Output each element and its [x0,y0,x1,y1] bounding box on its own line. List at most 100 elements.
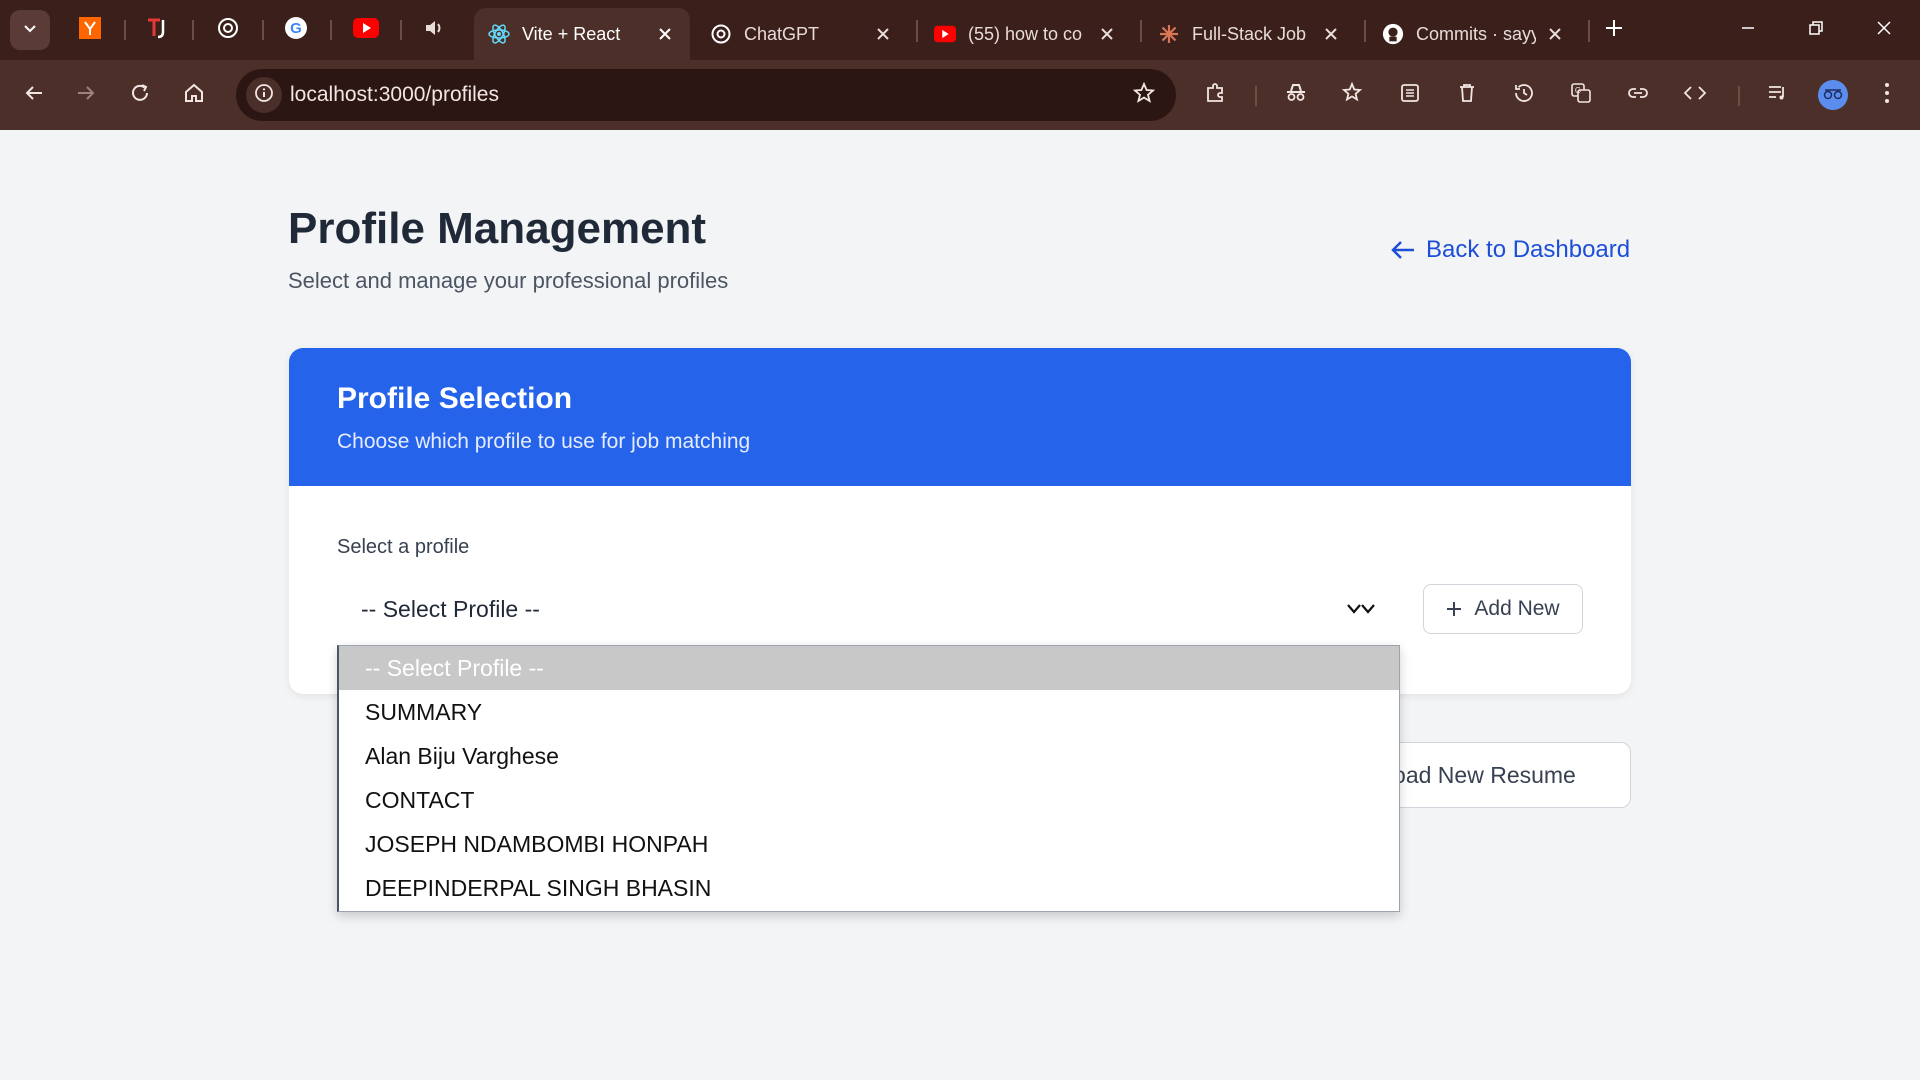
plus-icon [1447,602,1462,616]
tab-youtube-video[interactable]: (55) how to co [920,8,1132,60]
code-icon [1683,81,1707,110]
home-icon [183,82,205,109]
new-tab-button[interactable] [1598,14,1630,46]
browser-toolbar: localhost:3000/profiles G [0,60,1920,130]
profile-select[interactable]: -- Select Profile -- [337,580,1391,638]
dropdown-option[interactable]: Alan Biju Varghese [339,734,1399,778]
address-bar[interactable]: localhost:3000/profiles [236,69,1176,121]
audio-playing-indicator[interactable] [418,14,450,46]
add-new-profile-button[interactable]: Add New [1423,584,1583,634]
add-new-label: Add New [1474,597,1560,620]
youtube-icon [934,23,956,45]
home-button[interactable] [174,75,214,115]
tab-title: Full-Stack Job [1192,23,1307,44]
arrow-left-icon [1391,241,1414,259]
pinned-tab-youtube[interactable] [350,14,382,46]
info-icon [254,83,274,108]
close-icon[interactable] [1320,23,1342,45]
url-text: localhost:3000/profiles [290,83,499,106]
puzzle-icon [1204,81,1228,110]
back-button[interactable] [14,75,54,115]
translate-button[interactable]: G [1561,75,1601,115]
profile-select-dropdown[interactable]: -- Select Profile -- SUMMARY Alan Biju V… [337,645,1400,912]
browser-menu-button[interactable] [1867,75,1907,115]
dropdown-option[interactable]: -- Select Profile -- [339,646,1399,690]
tab-vite-react[interactable]: Vite + React [474,8,690,60]
more-vertical-icon [1884,82,1890,109]
speaker-icon [423,17,445,44]
ycombinator-icon [79,16,101,44]
select-profile-label: Select a profile [337,536,470,558]
card-subtitle: Choose which profile to use for job matc… [337,430,751,453]
plus-icon [1605,19,1623,42]
dropdown-option[interactable]: CONTACT [339,778,1399,822]
reading-list-button[interactable] [1390,75,1430,115]
tab-chatgpt[interactable]: ChatGPT [696,8,908,60]
incognito-button[interactable] [1276,75,1316,115]
back-to-dashboard-link[interactable]: Back to Dashboard [1390,236,1630,264]
extensions-button[interactable] [1196,75,1236,115]
card-header: Profile Selection Choose which profile t… [289,348,1631,486]
close-window-button[interactable] [1864,10,1904,50]
copy-link-button[interactable] [1618,75,1658,115]
page-title: Profile Management [288,204,707,253]
profile-avatar-button[interactable] [1818,80,1848,110]
chevron-down-icon [1343,597,1379,621]
site-info-button[interactable] [246,77,282,113]
pinned-tab-ycombinator[interactable] [74,14,106,46]
tab-separator [1140,20,1142,42]
chevron-down-icon [22,20,38,41]
dropdown-option[interactable]: SUMMARY [339,690,1399,734]
toolbar-separator [1738,86,1740,106]
close-icon[interactable] [872,23,894,45]
devtools-button[interactable] [1675,75,1715,115]
pinned-tab-chatgpt[interactable] [212,14,244,46]
reading-list-icon [1398,81,1422,110]
close-icon[interactable] [654,23,676,45]
tab-search-button[interactable] [10,10,50,50]
svg-text:G: G [1575,86,1581,95]
back-link-label: Back to Dashboard [1426,236,1631,263]
page-content: Profile Management Select and manage you… [0,130,1920,1080]
dropdown-option[interactable]: DEEPINDERPAL SINGH BHASIN [339,866,1399,910]
delete-button[interactable] [1447,75,1487,115]
dropdown-option[interactable]: JOSEPH NDAMBOMBI HONPAH [339,822,1399,866]
tab-separator [262,20,264,40]
forward-button[interactable] [66,75,106,115]
tab-fullstack-job[interactable]: Full-Stack Job [1144,8,1356,60]
tab-github-commits[interactable]: Commits · sayy [1368,8,1580,60]
tab-separator [330,20,332,40]
translate-icon: G [1569,81,1593,110]
tab-title: Vite + React [522,23,621,44]
star-list-icon [1341,81,1365,110]
media-controls-button[interactable] [1758,75,1798,115]
google-icon: G [284,16,308,45]
trash-icon [1455,81,1479,110]
close-icon[interactable] [1544,23,1566,45]
claude-icon [1158,23,1180,45]
close-icon[interactable] [1096,23,1118,45]
bookmark-button[interactable] [1126,77,1162,113]
tab-separator [124,20,126,40]
pinned-tab-tj[interactable] [142,14,174,46]
arrow-right-icon [75,82,97,109]
page-subtitle: Select and manage your professional prof… [288,268,729,293]
history-button[interactable] [1504,75,1544,115]
card-title: Profile Selection [337,382,573,415]
openai-icon [216,16,240,45]
media-queue-icon [1766,81,1790,110]
reload-button[interactable] [120,75,160,115]
toolbar-separator [1255,86,1257,106]
minimize-button[interactable] [1728,10,1768,50]
browser-tab-strip: G Vite + React ChatGPT (55) how to co Fu… [0,0,1920,60]
tab-title: ChatGPT [744,23,820,44]
pinned-tab-google[interactable]: G [280,14,312,46]
openai-icon [710,23,732,45]
restore-button[interactable] [1796,10,1836,50]
restore-icon [1808,20,1824,41]
tab-separator [400,20,402,40]
react-icon [488,23,510,45]
star-icon [1132,81,1156,109]
favorites-button[interactable] [1333,75,1373,115]
upload-button-label: pload New Resume [1375,761,1576,788]
